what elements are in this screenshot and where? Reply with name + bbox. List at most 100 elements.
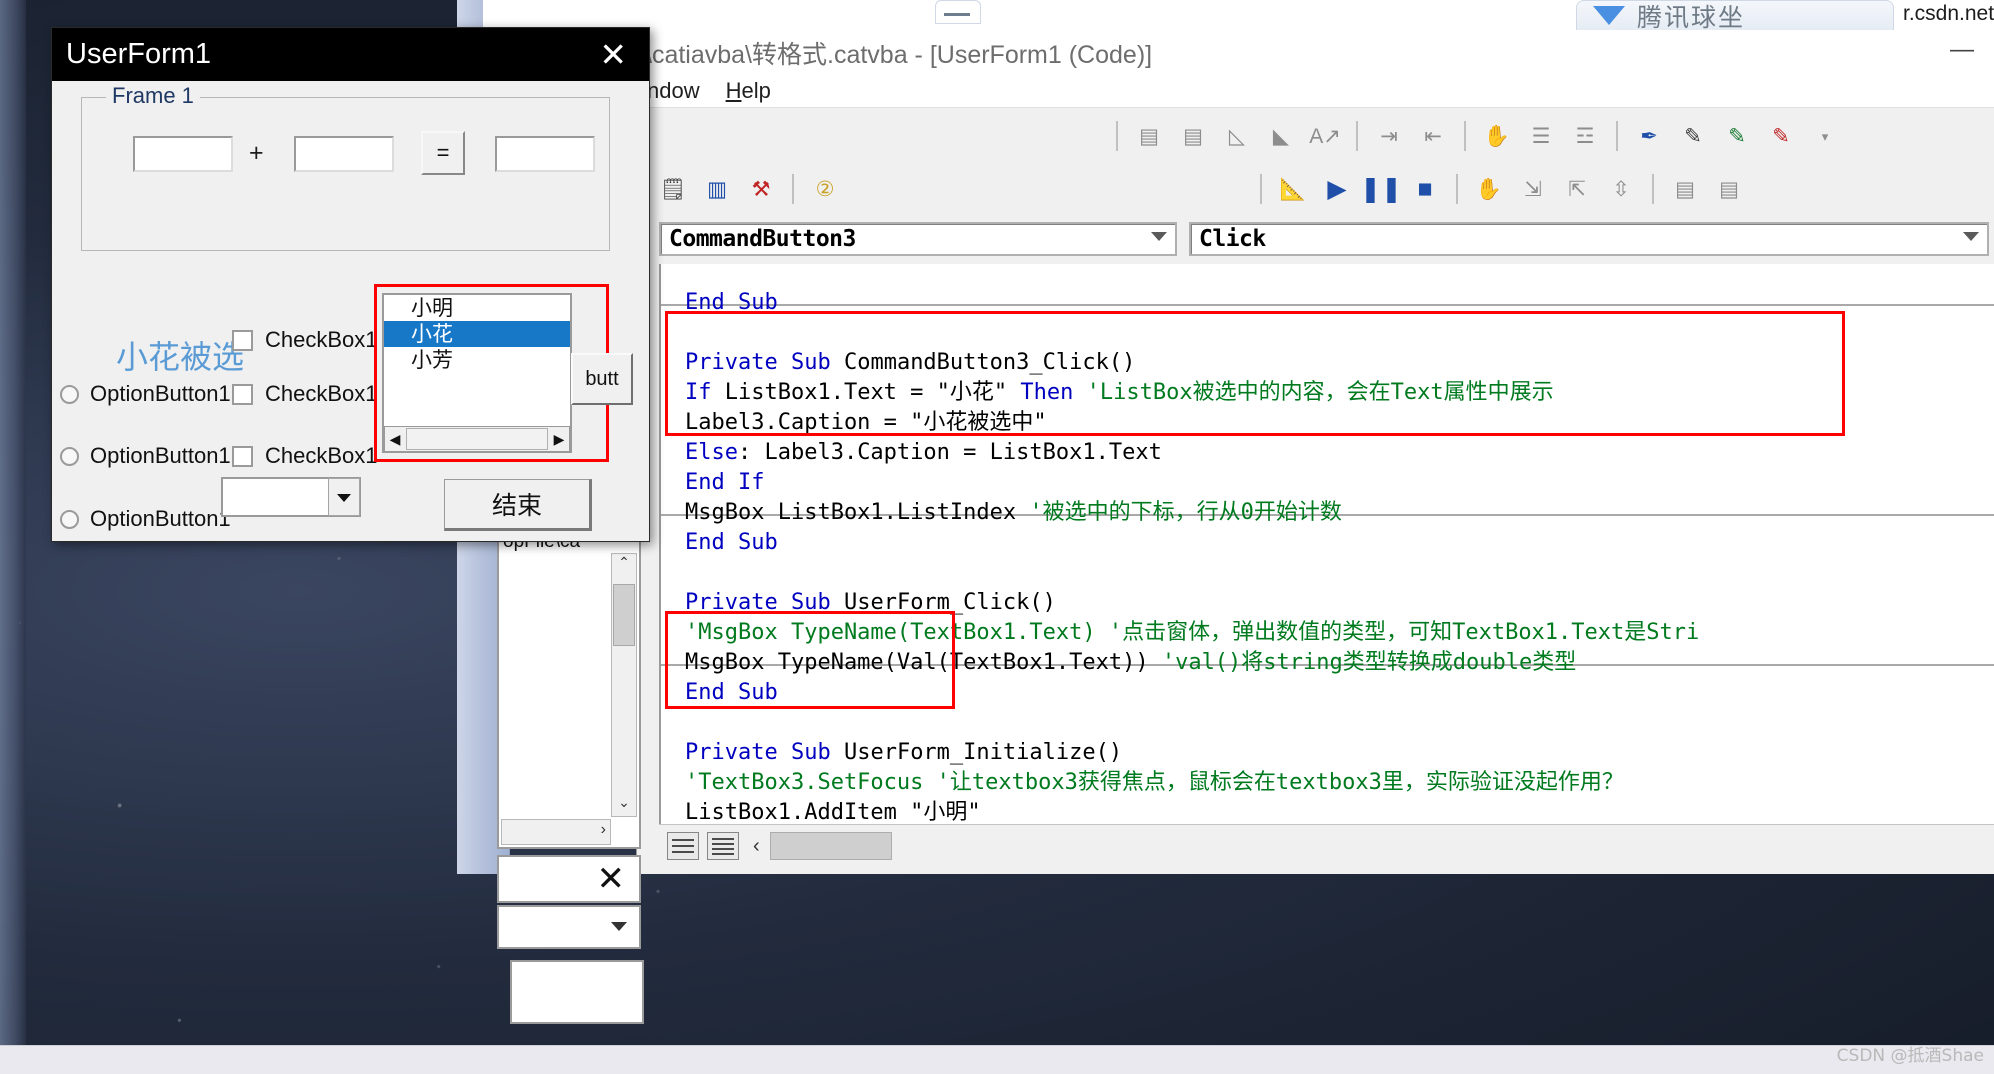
code-bottom-bar: ‹ — [659, 824, 1994, 867]
frame1-label: Frame 1 — [106, 83, 200, 109]
align-list-icon[interactable]: ☰ — [1524, 119, 1558, 153]
horizontal-scrollbar[interactable] — [769, 832, 892, 860]
scroll-up-icon[interactable]: ⌃ — [612, 554, 636, 576]
procedure-dropdown[interactable]: Click — [1189, 222, 1989, 256]
hand-icon[interactable]: ✋ — [1472, 172, 1506, 206]
help-icon[interactable]: ② — [808, 172, 842, 206]
procedure-dropdown-value: Click — [1199, 226, 1266, 252]
chevron-down-icon — [1963, 232, 1979, 241]
check-box-2[interactable]: CheckBox1 — [232, 381, 378, 407]
indent-increase-icon[interactable]: ⇥ — [1372, 119, 1406, 153]
radio-icon[interactable] — [60, 384, 79, 404]
browser-minor-tab[interactable] — [935, 0, 981, 24]
textbox2[interactable] — [294, 136, 394, 172]
listbox-horizontal-scrollbar[interactable]: ◀ ▶ — [384, 426, 570, 452]
scrollbar-thumb[interactable] — [406, 428, 548, 450]
design-mode-icon[interactable]: 📐 — [1276, 172, 1310, 206]
checkbox-icon[interactable] — [232, 445, 253, 467]
step-over-icon[interactable]: ⇱ — [1560, 172, 1594, 206]
pen-blue-icon[interactable]: ✒ — [1632, 119, 1666, 153]
list-properties-icon[interactable]: ▤ — [1132, 119, 1166, 153]
option-button-1[interactable]: OptionButton1 — [60, 381, 231, 407]
font-increase-icon[interactable]: A↗ — [1308, 119, 1342, 153]
textbox3[interactable] — [495, 136, 595, 172]
close-icon[interactable]: ✕ — [597, 862, 626, 896]
browser-url-text[interactable]: r.csdn.net/md/?articleId= — [1903, 2, 1994, 30]
run-icon[interactable]: ▶ — [1320, 172, 1354, 206]
browser-tab-title: 腾讯球坐 — [1637, 2, 1746, 32]
indent-decrease-icon[interactable]: ⇤ — [1416, 119, 1450, 153]
project-horizontal-scrollbar[interactable]: › — [501, 819, 611, 845]
end-button[interactable]: 结束 — [444, 479, 592, 531]
vbe-menu-bar: ndow Help — [637, 74, 1994, 108]
scroll-right-icon[interactable]: › — [601, 821, 606, 839]
step-out-icon[interactable]: ⇳ — [1604, 172, 1638, 206]
check-box-3-label: CheckBox1 — [265, 443, 378, 468]
project-explorer-icon[interactable]: 🗒 — [656, 172, 690, 206]
pause-icon[interactable]: ❚❚ — [1360, 172, 1402, 206]
hand-tool-icon[interactable]: ✋ — [1480, 119, 1514, 153]
full-module-view-icon[interactable] — [707, 832, 739, 860]
scroll-left-icon[interactable]: ◀ — [385, 431, 405, 448]
check-box-1[interactable]: CheckBox1 — [232, 327, 378, 353]
chevron-down-icon[interactable] — [328, 478, 360, 516]
option-button-3[interactable]: OptionButton1 — [60, 506, 231, 532]
label3-caption: 小花被选 — [116, 338, 245, 376]
scroll-down-icon[interactable]: ⌄ — [612, 794, 636, 816]
vbe-edit-toolbar: ▤ ▤ ◺ ◣ A↗ ⇥ ⇤ ✋ ☰ ☲ ✒ ✎ ✎ ✎ ▾ — [637, 110, 1994, 163]
check-box-1-label: CheckBox1 — [265, 327, 378, 352]
option-button-2[interactable]: OptionButton1 — [60, 443, 231, 469]
toolbar-separator — [1652, 174, 1654, 204]
checkbox-icon[interactable] — [232, 329, 253, 351]
combobox1[interactable] — [221, 477, 361, 517]
checkbox-icon[interactable] — [232, 383, 253, 405]
list-item[interactable]: 小明 — [384, 295, 570, 321]
vba-editor-window: \catiavba\转格式.catvba - [UserForm1 (Code)… — [636, 32, 1994, 874]
align-right-icon[interactable]: ☲ — [1568, 119, 1602, 153]
toolbox-icon[interactable]: ⚒ — [744, 172, 778, 206]
vbe-minimize-button[interactable]: — — [1941, 38, 1983, 66]
immediate-window-icon[interactable]: ▤ — [1712, 172, 1746, 206]
dropdown-icon[interactable]: ▾ — [1808, 119, 1842, 153]
step-into-icon[interactable]: ⇲ — [1516, 172, 1550, 206]
properties-close-panel[interactable]: ✕ — [497, 855, 641, 903]
frame1: Frame 1 + = — [81, 83, 610, 251]
textbox1[interactable] — [133, 136, 233, 172]
menu-help-mnemonic: H — [725, 77, 742, 103]
pen-green-icon[interactable]: ✎ — [1720, 119, 1754, 153]
radio-icon[interactable] — [60, 509, 79, 529]
check-box-2-label: CheckBox1 — [265, 381, 378, 406]
object-dropdown[interactable]: CommandButton3 — [659, 222, 1177, 256]
project-vertical-scrollbar[interactable]: ⌃ ⌄ — [611, 553, 637, 817]
butt-button[interactable]: butt — [571, 353, 633, 405]
list-item[interactable]: 小花 — [384, 321, 570, 347]
userform-body: Frame 1 + = 小花被选 OptionButton1 OptionBut… — [52, 81, 649, 541]
check-box-3[interactable]: CheckBox1 — [232, 443, 378, 469]
scroll-right-icon[interactable]: ▶ — [549, 431, 569, 448]
close-icon[interactable]: ✕ — [599, 38, 627, 71]
menu-item-help[interactable]: Help — [726, 78, 771, 104]
vbe-title-bar: \catiavba\转格式.catvba - [UserForm1 (Code)… — [637, 32, 1994, 74]
stop-icon[interactable]: ■ — [1408, 172, 1442, 206]
watermark-text: CSDN @抵酒Shae — [1836, 1046, 1984, 1066]
insert-pointer-icon[interactable]: ◺ — [1220, 119, 1254, 153]
copy-down-icon[interactable]: ▤ — [1176, 119, 1210, 153]
object-browser-icon[interactable]: ▥ — [700, 172, 734, 206]
code-editor-pane[interactable]: End Sub Private Sub CommandButton3_Click… — [659, 264, 1994, 824]
radio-icon[interactable] — [60, 446, 79, 466]
pen-red-icon[interactable]: ✎ — [1764, 119, 1798, 153]
paste-block-icon[interactable]: ◣ — [1264, 119, 1298, 153]
browser-tab-tencent[interactable]: 腾讯球坐 — [1576, 0, 1894, 32]
list-item[interactable]: 小芳 — [384, 347, 570, 373]
locals-window-icon[interactable]: ▤ — [1668, 172, 1702, 206]
scroll-left-icon[interactable]: ‹ — [753, 835, 760, 858]
properties-dropdown[interactable] — [497, 905, 641, 949]
procedure-view-icon[interactable] — [667, 832, 699, 860]
vbe-title-text: \catiavba\转格式.catvba - [UserForm1 (Code)… — [645, 41, 1153, 69]
scrollbar-thumb[interactable] — [613, 584, 635, 646]
properties-lower-panel — [510, 960, 644, 1024]
equals-button[interactable]: = — [421, 131, 465, 175]
menu-item-window[interactable]: ndow — [647, 78, 700, 104]
plus-symbol: + — [249, 139, 264, 167]
pen-check-icon[interactable]: ✎ — [1676, 119, 1710, 153]
